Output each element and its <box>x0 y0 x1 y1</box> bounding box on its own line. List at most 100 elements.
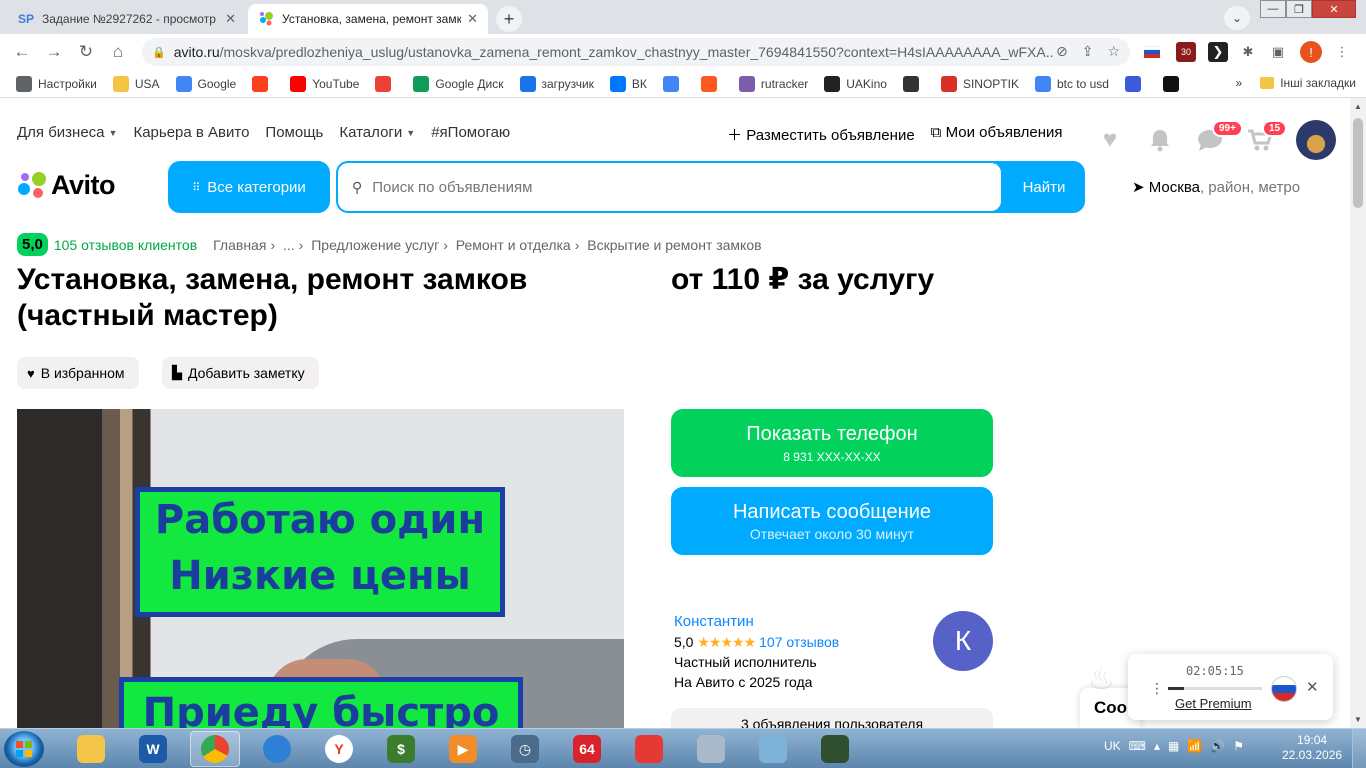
recorder-menu-icon[interactable]: ⋮ <box>1150 680 1164 697</box>
scroll-down-icon[interactable]: ▼ <box>1354 715 1362 724</box>
scrollbar-thumb[interactable] <box>1353 118 1363 208</box>
close-tab-icon[interactable]: ✕ <box>225 11 236 27</box>
start-button[interactable] <box>4 731 44 767</box>
listing-photo[interactable]: Работаю один Низкие цены Приеду быстро <box>17 409 624 728</box>
other-bookmarks[interactable]: Інші закладки <box>1280 76 1356 90</box>
bookmark-item[interactable] <box>1162 75 1185 92</box>
russia-flag-extension-icon[interactable] <box>1142 42 1162 62</box>
get-premium-link[interactable]: Get Premium <box>1175 696 1252 711</box>
my-ads-link[interactable]: ⧉ Мои объявления <box>931 124 1063 145</box>
bookmark-item[interactable] <box>902 75 925 92</box>
volume-icon[interactable]: 🔊 <box>1210 739 1225 753</box>
taskbar-aida64[interactable]: 64 <box>562 731 612 767</box>
favorites-heart-icon[interactable]: ♥ <box>1096 126 1124 154</box>
system-clock[interactable]: 19:04 22.03.2026 <box>1282 733 1342 763</box>
taskbar-monitor-app[interactable] <box>810 731 860 767</box>
bookmark-item[interactable]: UAKino <box>824 75 887 92</box>
tab-search-icon[interactable]: ⌄ <box>1224 6 1250 30</box>
back-arrow-icon[interactable]: ← <box>10 40 34 64</box>
tab-task[interactable]: SP Задание №2927262 - просмотр ✕ <box>8 4 246 34</box>
favorite-button[interactable]: ♥ В избранном <box>17 357 139 389</box>
notifications-bell-icon[interactable] <box>1146 126 1174 154</box>
taskbar-chrome[interactable] <box>190 731 240 767</box>
taskbar-money-app[interactable]: $ <box>376 731 426 767</box>
breadcrumb-item[interactable]: Ремонт и отделка <box>456 237 571 253</box>
share-icon[interactable]: ⇪ <box>1082 43 1094 60</box>
messages-icon[interactable]: 99+ <box>1196 120 1243 154</box>
extension-badge-icon[interactable]: 30 <box>1176 42 1196 62</box>
taskbar-notes-app[interactable] <box>748 731 798 767</box>
bookmark-item[interactable]: Google Диск <box>413 75 504 92</box>
nav-help[interactable]: Помощь <box>265 124 323 141</box>
breadcrumb-item[interactable]: ... <box>283 237 295 253</box>
cart-icon[interactable]: 15 <box>1246 120 1288 154</box>
search-input[interactable]: ⚲ Поиск по объявлениям <box>338 163 1001 211</box>
taskbar-explorer[interactable] <box>66 731 116 767</box>
seller-reviews-link[interactable]: 107 отзывов <box>759 634 839 650</box>
close-tab-icon[interactable]: ✕ <box>467 11 478 27</box>
close-window-button[interactable]: ✕ <box>1312 0 1356 18</box>
close-recorder-icon[interactable]: ✕ <box>1306 678 1319 696</box>
user-avatar[interactable] <box>1296 120 1336 160</box>
bookmark-item[interactable] <box>252 75 274 92</box>
search-button[interactable]: Найти <box>1003 161 1085 213</box>
nav-catalogs[interactable]: Каталоги ▼ <box>339 124 415 141</box>
bookmark-item[interactable]: загрузчик <box>519 75 594 92</box>
taskbar-chart-app[interactable] <box>624 731 674 767</box>
write-message-button[interactable]: Написать сообщение Отвечает около 30 мин… <box>671 487 993 555</box>
tray-arrow-icon[interactable]: ▴ <box>1154 739 1160 753</box>
minimize-button[interactable]: — <box>1260 0 1286 18</box>
taskbar-yandex-browser[interactable]: Y <box>314 731 364 767</box>
bookmark-item[interactable]: Google <box>175 75 236 92</box>
flag-icon[interactable]: ⚑ <box>1233 739 1244 753</box>
show-desktop-button[interactable] <box>1352 729 1366 768</box>
location-selector[interactable]: ➤ Москва, район, метро <box>1132 178 1300 196</box>
forward-extension-icon[interactable]: ❯ <box>1208 42 1228 62</box>
bookmark-item[interactable]: YouTube <box>290 75 359 92</box>
profile-icon[interactable]: ! <box>1300 41 1322 63</box>
taskbar-media-player[interactable]: ▶ <box>438 731 488 767</box>
language-indicator[interactable]: UK <box>1104 739 1121 753</box>
seller-name[interactable]: Константин <box>674 612 839 632</box>
nav-ihelp[interactable]: #яПомогаю <box>431 124 510 141</box>
tab-avito[interactable]: Установка, замена, ремонт замков ✕ <box>248 4 488 34</box>
bookmark-item[interactable] <box>662 75 685 92</box>
home-icon[interactable]: ⌂ <box>106 40 130 64</box>
breadcrumb-item[interactable]: Главная <box>213 237 266 253</box>
bookmark-item[interactable]: rutracker <box>738 75 808 92</box>
tray-app-icon[interactable]: ▦ <box>1168 739 1179 753</box>
reviews-link[interactable]: 105 отзывов клиентов <box>54 237 197 253</box>
avito-logo[interactable]: Avito <box>17 170 116 201</box>
sidepanel-icon[interactable]: ▣ <box>1268 42 1288 62</box>
new-tab-button[interactable]: + <box>496 6 522 32</box>
more-ads-button[interactable]: 3 объявления пользователя <box>671 708 993 728</box>
taskbar-calculator[interactable] <box>686 731 736 767</box>
bookmark-item[interactable] <box>375 75 397 92</box>
puzzle-icon[interactable]: ✱ <box>1238 42 1258 62</box>
network-icon[interactable]: 📶 <box>1187 739 1202 753</box>
russia-flag-icon[interactable] <box>1271 676 1297 702</box>
star-icon[interactable]: ☆ <box>1107 43 1120 60</box>
bookmark-item[interactable]: ВК <box>609 75 647 92</box>
menu-icon[interactable]: ⋮ <box>1332 42 1352 62</box>
reload-icon[interactable]: ↻ <box>74 40 98 64</box>
bookmark-item[interactable]: Настройки <box>16 75 97 92</box>
bookmark-item[interactable]: USA <box>112 75 160 92</box>
maximize-button[interactable]: ❐ <box>1286 0 1312 18</box>
url-text[interactable]: avito.ru/moskva/predlozheniya_uslug/usta… <box>174 44 1054 60</box>
seller-avatar[interactable]: К <box>933 611 993 671</box>
bookmarks-more-button[interactable]: » <box>1236 76 1243 90</box>
post-ad-link[interactable]: ＋ Разместить объявление <box>727 124 915 145</box>
scroll-up-icon[interactable]: ▲ <box>1354 102 1362 111</box>
lock-icon[interactable]: 🔒 <box>152 46 166 59</box>
bookmark-item[interactable] <box>700 75 723 92</box>
breadcrumb-item[interactable]: Вскрытие и ремонт замков <box>587 237 761 253</box>
nav-career[interactable]: Карьера в Авито <box>133 124 249 141</box>
bookmark-item[interactable]: btc to usd <box>1034 75 1109 92</box>
all-categories-button[interactable]: ⠿ Все категории <box>168 161 330 213</box>
add-note-button[interactable]: ▙ Добавить заметку <box>162 357 319 389</box>
bookmark-item[interactable]: SINOPTIK <box>940 75 1019 92</box>
keyboard-icon[interactable]: ⌨ <box>1129 739 1146 753</box>
breadcrumb-item[interactable]: Предложение услуг <box>311 237 439 253</box>
blocked-icon[interactable]: ⊘ <box>1056 43 1068 60</box>
